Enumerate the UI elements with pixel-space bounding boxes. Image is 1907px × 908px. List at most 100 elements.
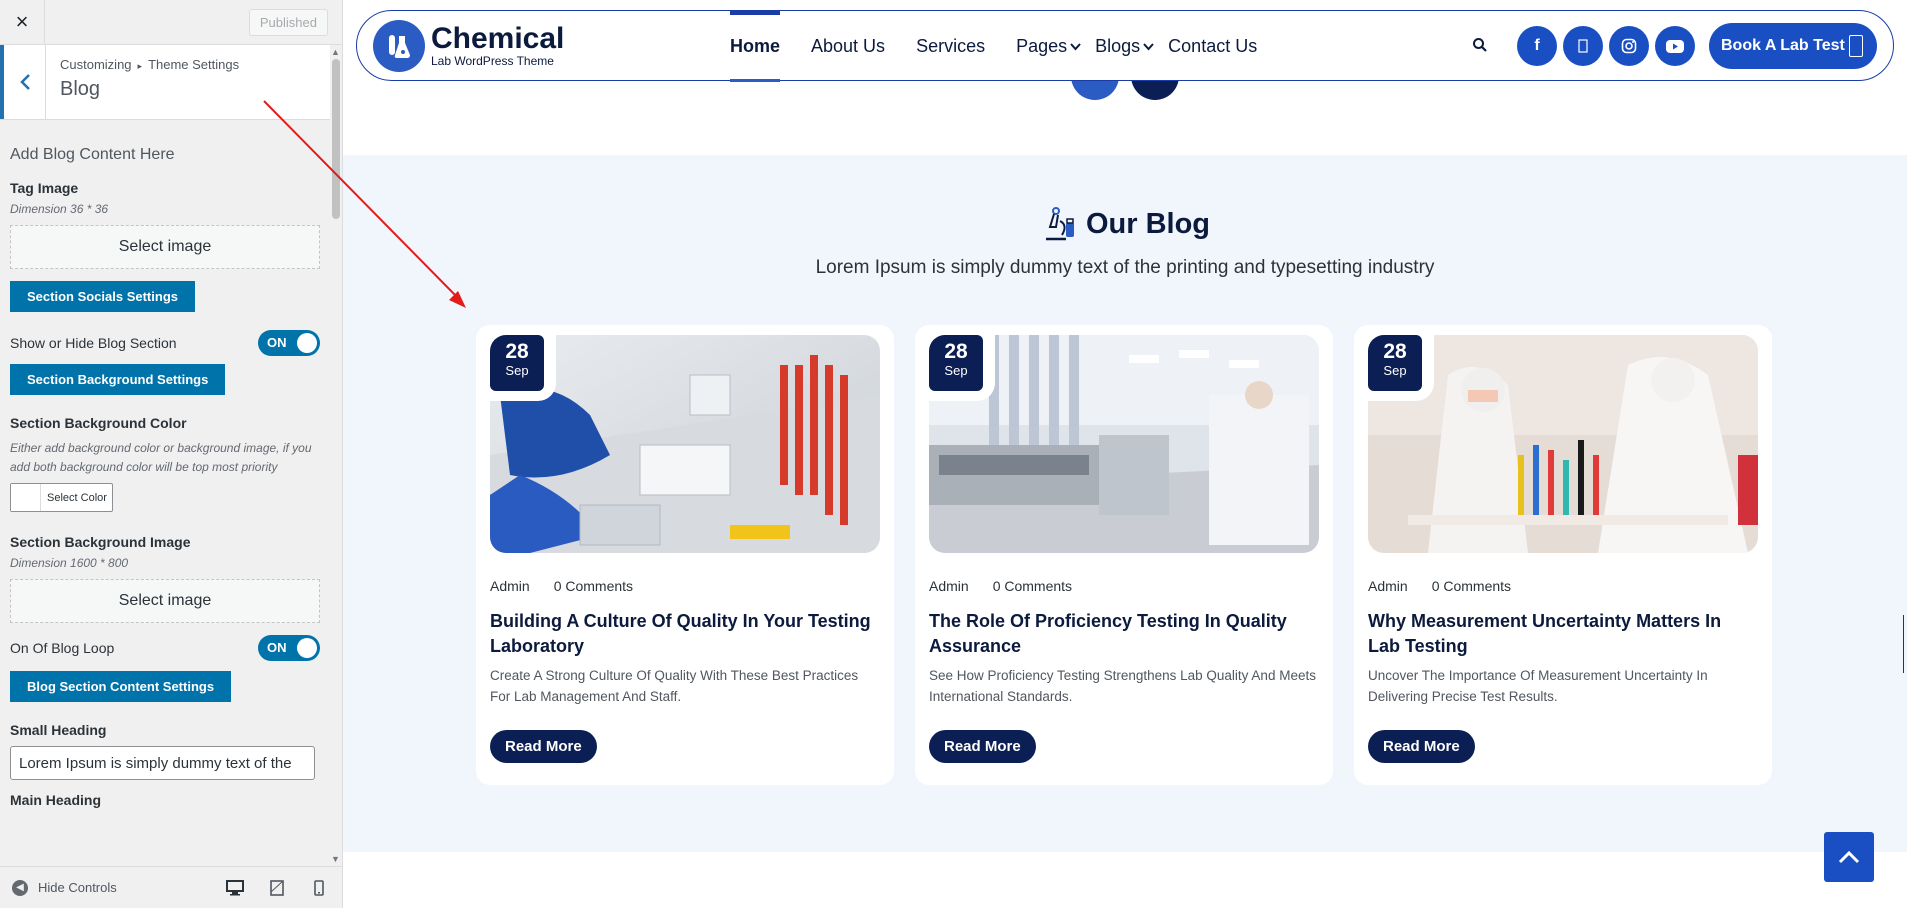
blog-card: 28 Sep Admin 0 Comments Building A Cultu… xyxy=(476,325,894,785)
show-hide-toggle[interactable]: ON xyxy=(258,330,320,356)
post-excerpt: See How Proficiency Testing Strengthens … xyxy=(929,668,1316,704)
nav-label: Services xyxy=(916,36,986,56)
calendar-icon xyxy=(1849,35,1863,57)
post-comments[interactable]: 0 Comments xyxy=(554,578,633,594)
chevron-down-icon xyxy=(1143,42,1154,50)
scroll-down-icon[interactable]: ▼ xyxy=(331,854,340,864)
nav-item-services[interactable]: Services xyxy=(916,11,985,82)
post-comments[interactable]: 0 Comments xyxy=(1432,578,1511,594)
read-more-button[interactable]: Read More xyxy=(490,730,597,763)
site-logo[interactable]: Chemical Lab WordPress Theme xyxy=(373,20,564,72)
published-button[interactable]: Published xyxy=(248,8,328,36)
post-author[interactable]: Admin xyxy=(929,578,969,594)
blog-loop-row: On Of Blog Loop ON xyxy=(10,635,320,661)
breadcrumb-root: Customizing xyxy=(60,57,132,72)
scrollbar-thumb[interactable] xyxy=(332,59,340,219)
section-header: Customizing ▸ Theme Settings Blog xyxy=(0,45,330,120)
date-badge: 28 Sep xyxy=(929,335,995,401)
facebook-icon[interactable]: f xyxy=(1517,26,1557,66)
site-preview: Chemical Lab WordPress Theme Home About … xyxy=(343,0,1907,908)
scroll-up-icon[interactable]: ▲ xyxy=(331,47,340,57)
book-button-label: Book A Lab Test xyxy=(1721,37,1845,54)
hide-controls-icon[interactable]: ◀ xyxy=(12,879,28,896)
select-color-button[interactable]: Select Color xyxy=(10,483,113,512)
nav-item-blogs[interactable]: Blogs xyxy=(1095,11,1154,82)
nav-item-contact-us[interactable]: Contact Us xyxy=(1168,11,1257,82)
nav-label: Home xyxy=(730,36,781,56)
date-month: Sep xyxy=(944,363,968,378)
post-title[interactable]: Why Measurement Uncertainty Matters In L… xyxy=(1368,609,1758,659)
breadcrumb-parent: Theme Settings xyxy=(148,57,240,72)
panel-heading: Add Blog Content Here xyxy=(10,146,175,163)
blog-section: Our Blog Lorem Ipsum is simply dummy tex… xyxy=(343,155,1907,852)
blog-loop-label: On Of Blog Loop xyxy=(10,640,115,656)
tablet-preview-icon[interactable] xyxy=(268,879,286,897)
bg-image-select-button[interactable]: Select image xyxy=(10,579,320,623)
nav-label: About Us xyxy=(811,36,886,56)
mobile-preview-icon[interactable] xyxy=(310,879,328,897)
bg-color-label: Section Background Color xyxy=(10,415,187,431)
post-meta: Admin 0 Comments xyxy=(929,578,1072,594)
date-month: Sep xyxy=(1383,363,1407,378)
back-button[interactable] xyxy=(0,45,46,119)
blog-card-image[interactable]: 28 Sep xyxy=(929,335,1319,553)
microscope-icon xyxy=(1045,207,1074,241)
window-edge-marker xyxy=(1903,615,1907,673)
post-author[interactable]: Admin xyxy=(490,578,530,594)
content-settings-button[interactable]: Blog Section Content Settings xyxy=(10,671,232,702)
book-lab-test-button[interactable]: Book A Lab Test xyxy=(1709,23,1877,69)
close-icon[interactable]: × xyxy=(0,0,45,45)
nav-label: Pages xyxy=(1016,36,1068,56)
bg-image-label: Section Background Image xyxy=(10,534,191,550)
nav-item-pages[interactable]: Pages xyxy=(1016,11,1081,82)
logo-subtitle: Lab WordPress Theme xyxy=(431,54,554,68)
customizer-sidebar: × Published Customizing ▸ Theme Settings B… xyxy=(0,0,343,908)
site-navbar: Chemical Lab WordPress Theme Home About … xyxy=(356,10,1894,82)
instagram-icon[interactable] xyxy=(1609,26,1649,66)
hide-controls-button[interactable]: Hide Controls xyxy=(38,880,117,895)
breadcrumb-separator-icon: ▸ xyxy=(137,61,143,71)
read-more-button[interactable]: Read More xyxy=(929,730,1036,763)
read-more-button[interactable]: Read More xyxy=(1368,730,1475,763)
toggle-knob xyxy=(297,333,317,353)
post-meta: Admin 0 Comments xyxy=(490,578,633,594)
date-badge: 28 Sep xyxy=(1368,335,1434,401)
post-meta: Admin 0 Comments xyxy=(1368,578,1511,594)
nav-item-about-us[interactable]: About Us xyxy=(811,11,885,82)
search-icon[interactable] xyxy=(1472,37,1488,58)
scroll-to-top-button[interactable] xyxy=(1824,832,1874,882)
main-menu: Home About Us Services Pages Blogs Conta… xyxy=(730,11,1288,82)
toggle-on-label: ON xyxy=(267,640,287,655)
nav-item-home[interactable]: Home xyxy=(730,11,781,82)
nav-label: Contact Us xyxy=(1168,36,1258,56)
post-author[interactable]: Admin xyxy=(1368,578,1408,594)
customizer-top-bar: × Published xyxy=(0,0,342,45)
toggle-on-label: ON xyxy=(267,335,287,350)
tag-image-label: Tag Image xyxy=(10,180,79,196)
blog-card-image[interactable]: 28 Sep xyxy=(1368,335,1758,553)
post-title[interactable]: Building A Culture Of Quality In Your Te… xyxy=(490,609,880,659)
sidebar-scrollbar[interactable]: ▲ ▼ xyxy=(330,45,342,866)
background-settings-button[interactable]: Section Background Settings xyxy=(10,364,226,395)
date-month: Sep xyxy=(505,363,529,378)
twitter-icon[interactable] xyxy=(1563,26,1603,66)
customizer-footer: ◀ Hide Controls xyxy=(0,866,342,908)
logo-title: Chemical xyxy=(431,22,565,55)
breadcrumb: Customizing ▸ Theme Settings Blog xyxy=(46,45,253,119)
blog-loop-toggle[interactable]: ON xyxy=(258,635,320,661)
youtube-icon[interactable] xyxy=(1655,26,1695,66)
post-title[interactable]: The Role Of Proficiency Testing In Quali… xyxy=(929,609,1319,659)
blog-card: 28 Sep Admin 0 Comments Why Measurement … xyxy=(1354,325,1772,785)
tag-image-dimension: Dimension 36 * 36 xyxy=(10,202,109,216)
blog-subtitle: Lorem Ipsum is simply dummy text of the … xyxy=(815,257,1435,278)
show-hide-row: Show or Hide Blog Section ON xyxy=(10,330,320,356)
section-title: Blog xyxy=(60,78,101,100)
tag-image-select-button[interactable]: Select image xyxy=(10,225,320,269)
post-comments[interactable]: 0 Comments xyxy=(993,578,1072,594)
blog-card-image[interactable]: 28 Sep xyxy=(490,335,880,553)
desktop-preview-icon[interactable] xyxy=(226,879,244,897)
small-heading-input[interactable] xyxy=(10,746,315,780)
blog-card: 28 Sep Admin 0 Comments The Role Of Prof… xyxy=(915,325,1333,785)
customizer-controls: Add Blog Content Here Tag Image Dimensio… xyxy=(0,120,330,866)
socials-settings-button[interactable]: Section Socials Settings xyxy=(10,281,195,312)
